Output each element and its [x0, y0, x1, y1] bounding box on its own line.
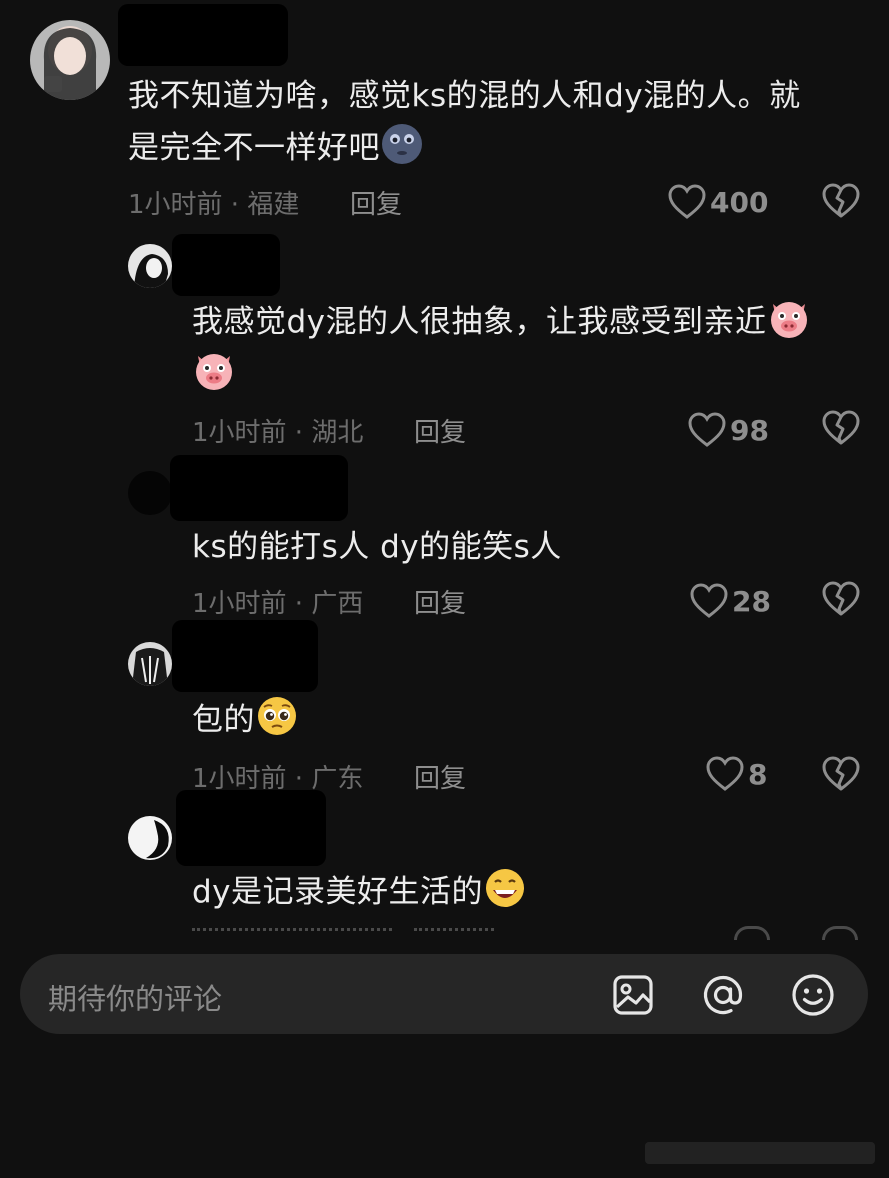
- cut-off-meta-row: [0, 926, 889, 940]
- comment-input[interactable]: 期待你的评论: [20, 954, 868, 1034]
- grinning-face-emoji: [483, 866, 527, 910]
- avatar-image: [128, 642, 172, 686]
- avatar[interactable]: [128, 642, 172, 686]
- heart-icon: [668, 184, 706, 219]
- like-button[interactable]: 98: [688, 410, 769, 450]
- comment-text: 我感觉dy混的人很抽象，让我感受到亲近: [192, 296, 852, 400]
- avatar[interactable]: [128, 816, 172, 860]
- avatar[interactable]: [128, 471, 172, 515]
- image-icon[interactable]: [610, 972, 656, 1018]
- dislike-button[interactable]: [822, 183, 860, 221]
- avatar-image: [30, 20, 110, 100]
- avatar-image: [128, 816, 172, 860]
- pig-face-emoji: [192, 348, 236, 392]
- comment-timestamp-location: 1小时前 · 广西: [192, 589, 364, 619]
- broken-heart-icon: [822, 410, 860, 445]
- like-button[interactable]: 28: [690, 581, 771, 621]
- reply-comment: 包的 1小时前 · 广东 回复 8: [0, 620, 889, 800]
- username-redaction: [176, 790, 326, 866]
- broken-heart-icon: [822, 581, 860, 616]
- emoji-icon[interactable]: [790, 972, 836, 1018]
- dislike-button[interactable]: [822, 756, 860, 794]
- dislike-button[interactable]: [822, 410, 860, 448]
- avatar[interactable]: [30, 20, 110, 100]
- comment-timestamp-location: 1小时前 · 福建: [128, 190, 300, 220]
- like-button[interactable]: 8: [706, 754, 767, 794]
- cut-off-broken-heart-icon: [822, 926, 858, 940]
- pleading-face-emoji: [255, 694, 299, 738]
- reply-button[interactable]: 回复: [350, 184, 402, 221]
- avatar-image: [128, 244, 172, 288]
- heart-icon: [688, 412, 726, 447]
- broken-heart-icon: [822, 756, 860, 791]
- comment-input-placeholder: 期待你的评论: [48, 982, 223, 1016]
- reply-comment: ks的能打s人 dy的能笑s人 1小时前 · 广西 回复 28: [0, 455, 889, 635]
- like-count: 8: [748, 757, 768, 791]
- comment-1: 我不知道为啥，感觉ks的混的人和dy混的人。就 是完全不一样好吧 1小时前 · …: [0, 0, 889, 230]
- comment-timestamp-location: 1小时前 · 湖北: [192, 418, 364, 448]
- watermark: [645, 1136, 875, 1170]
- like-count: 400: [710, 185, 769, 219]
- username-redaction: [170, 455, 348, 521]
- avatar-image: [128, 471, 172, 515]
- avatar[interactable]: [128, 244, 172, 288]
- like-button[interactable]: 400: [668, 182, 768, 222]
- pig-face-emoji: [767, 296, 811, 340]
- comment-text: dy是记录美好生活的: [192, 866, 852, 918]
- reply-button[interactable]: 回复: [414, 583, 466, 620]
- at-icon[interactable]: [700, 972, 746, 1018]
- like-count: 28: [732, 584, 771, 618]
- reply-comment: 我感觉dy混的人很抽象，让我感受到亲近 1小时前 · 湖北 回复 98: [0, 230, 889, 460]
- moon-face-emoji: [380, 122, 424, 166]
- reply-button[interactable]: 回复: [414, 412, 466, 449]
- heart-icon: [690, 583, 728, 618]
- username-redaction: [172, 620, 318, 692]
- username-redaction: [172, 234, 280, 296]
- comment-text: 包的: [192, 694, 852, 746]
- broken-heart-icon: [822, 183, 860, 218]
- username-redaction: [118, 4, 288, 66]
- cut-off-heart-icon: [734, 926, 770, 940]
- cut-off-timestamp: [192, 928, 392, 940]
- reply-comment: dy是记录美好生活的: [0, 790, 889, 940]
- like-count: 98: [730, 413, 769, 447]
- cut-off-reply: [414, 928, 494, 940]
- heart-icon: [706, 756, 744, 791]
- comment-text: ks的能打s人 dy的能笑s人: [192, 529, 562, 565]
- comment-input-bar: 期待你的评论: [0, 940, 889, 1178]
- comment-text: 我不知道为啥，感觉ks的混的人和dy混的人。就 是完全不一样好吧: [128, 78, 801, 166]
- dislike-button[interactable]: [822, 581, 860, 619]
